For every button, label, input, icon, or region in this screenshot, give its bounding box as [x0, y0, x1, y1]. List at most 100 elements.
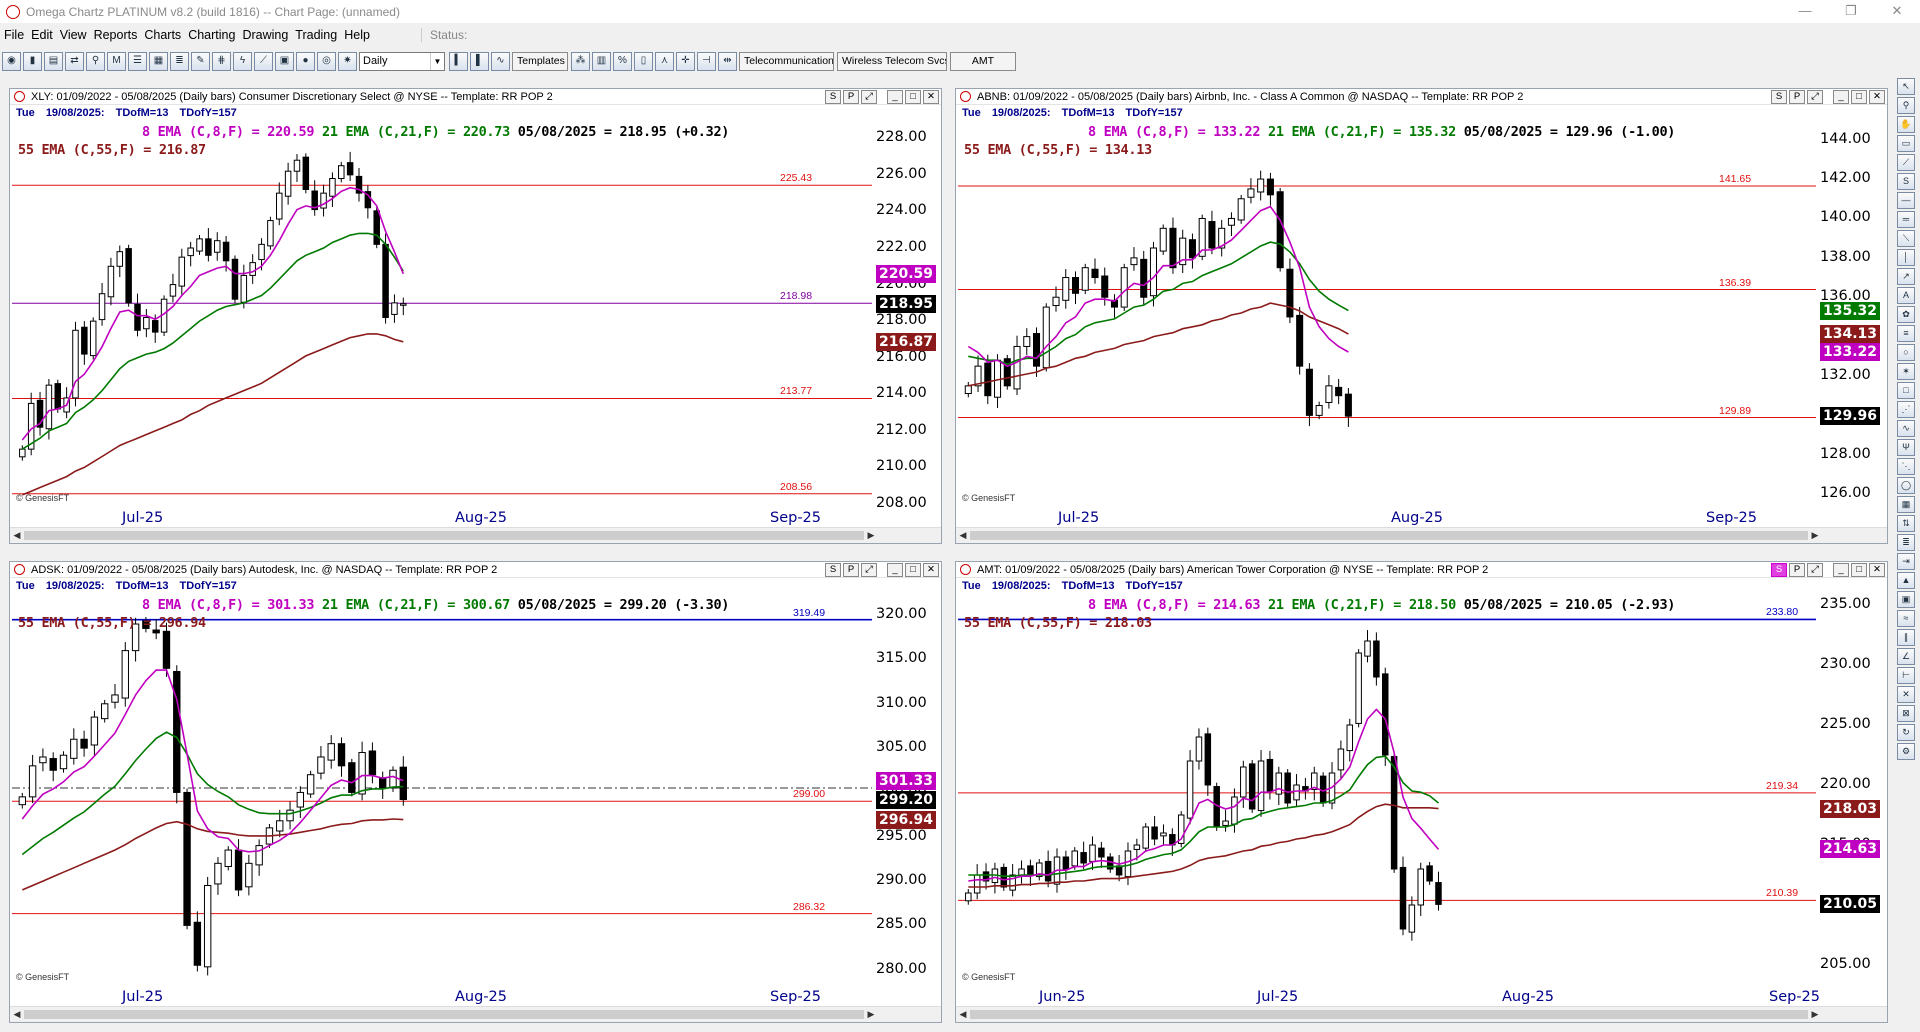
candle-body[interactable]: [358, 752, 366, 795]
p-button[interactable]: P: [843, 563, 859, 577]
candle-body[interactable]: [1248, 763, 1256, 810]
candle-body[interactable]: [293, 159, 301, 172]
candle-body[interactable]: [1130, 257, 1138, 266]
candle-body[interactable]: [1346, 724, 1354, 752]
split-icon[interactable]: ⊣: [697, 51, 716, 71]
scroll-thumb[interactable]: [24, 531, 864, 540]
price-plot[interactable]: [958, 120, 1816, 504]
popout-icon[interactable]: ⤢: [861, 563, 877, 577]
candle-body[interactable]: [1042, 306, 1050, 369]
settings-icon[interactable]: ⚙: [1897, 743, 1915, 760]
maximize-panel-button[interactable]: □: [905, 563, 921, 577]
candle-body[interactable]: [1325, 385, 1333, 403]
bar-chart-icon[interactable]: ▍: [449, 51, 468, 71]
circle-icon[interactable]: ○: [1897, 344, 1915, 361]
candle-body[interactable]: [107, 265, 115, 298]
price-plot[interactable]: [12, 593, 872, 983]
candle-body[interactable]: [1062, 277, 1070, 301]
popout-icon[interactable]: ⤢: [1807, 90, 1823, 104]
candle-body[interactable]: [1293, 784, 1300, 801]
chart-panel-adsk[interactable]: ADSK: 01/09/2022 - 05/08/2025 (Daily bar…: [9, 561, 942, 1023]
candle-body[interactable]: [249, 262, 256, 276]
candle-body[interactable]: [1237, 198, 1245, 221]
candle-body[interactable]: [1160, 832, 1167, 837]
restore-button[interactable]: ❐: [1828, 0, 1874, 23]
scroll-right-icon[interactable]: ▶: [1810, 1009, 1820, 1019]
arrow-icon[interactable]: ↗: [1897, 268, 1915, 285]
candle-body[interactable]: [45, 384, 53, 430]
scroll-thumb[interactable]: [970, 1010, 1808, 1019]
hline-icon[interactable]: —: [1897, 192, 1915, 209]
candle-body[interactable]: [1195, 736, 1203, 762]
extend-icon[interactable]: ⇥: [1897, 553, 1915, 570]
candle-body[interactable]: [255, 845, 263, 866]
candle-body[interactable]: [1231, 796, 1238, 825]
cycle-icon[interactable]: ∿: [1897, 420, 1915, 437]
minimize-panel-button[interactable]: _: [887, 90, 903, 104]
candle-body[interactable]: [1124, 850, 1132, 878]
maximize-panel-button[interactable]: □: [905, 90, 921, 104]
grid-lines-icon[interactable]: ▦: [1897, 496, 1915, 513]
candle-body[interactable]: [965, 892, 972, 902]
ruler-icon[interactable]: ⊢: [1897, 667, 1915, 684]
candle-body[interactable]: [1240, 766, 1247, 798]
candle-body[interactable]: [337, 743, 346, 767]
candle-body[interactable]: [1408, 904, 1416, 933]
price-plot[interactable]: [958, 593, 1816, 983]
templates-button[interactable]: Templates: [512, 51, 568, 71]
candle-body[interactable]: [240, 274, 248, 303]
p-button[interactable]: P: [1789, 563, 1805, 577]
menu-trading[interactable]: Trading: [295, 28, 337, 42]
zoom-icon[interactable]: ⚲: [1897, 97, 1915, 114]
columns-icon[interactable]: ▯: [634, 51, 653, 71]
parallel-icon[interactable]: ∥: [1897, 629, 1915, 646]
candle-body[interactable]: [284, 170, 292, 197]
menu-help[interactable]: Help: [344, 28, 370, 42]
candle-body[interactable]: [245, 862, 253, 888]
crosshair-icon[interactable]: ✛: [676, 51, 695, 71]
candle-body[interactable]: [1276, 191, 1284, 269]
close-panel-button[interactable]: ✕: [1869, 563, 1885, 577]
candle-body[interactable]: [193, 921, 202, 966]
wave-icon[interactable]: ≈: [1897, 610, 1915, 627]
line-chart-icon[interactable]: ∿: [491, 51, 510, 71]
price-axis[interactable]: 235.00230.00225.00220.00215.00210.00205.…: [1816, 593, 1882, 983]
list-icon[interactable]: ☰: [128, 51, 147, 71]
candle-body[interactable]: [1335, 386, 1343, 397]
fib-icon[interactable]: ≡: [1897, 325, 1915, 342]
candle-body[interactable]: [1089, 844, 1096, 862]
price-plot[interactable]: [12, 120, 872, 504]
candle-body[interactable]: [178, 256, 186, 287]
chart-panel-abnb[interactable]: ABNB: 01/09/2022 - 05/08/2025 (Daily bar…: [955, 88, 1888, 544]
candle-body[interactable]: [125, 248, 132, 304]
s-button[interactable]: S: [825, 563, 841, 577]
fan-icon[interactable]: ⋰: [1897, 401, 1915, 418]
candle-body[interactable]: [98, 293, 106, 321]
retrace-icon[interactable]: ⇅: [1897, 515, 1915, 532]
candle-body[interactable]: [391, 302, 398, 315]
candle-body[interactable]: [183, 791, 191, 926]
candle-body[interactable]: [19, 448, 26, 458]
scroll-left-icon[interactable]: ◀: [12, 1009, 22, 1019]
candle-chart-icon[interactable]: ▌: [470, 51, 489, 71]
candle-body[interactable]: [1140, 258, 1148, 298]
minimize-panel-button[interactable]: _: [1833, 90, 1849, 104]
candle-body[interactable]: [267, 220, 274, 247]
candle-body[interactable]: [1159, 227, 1167, 252]
text-icon[interactable]: A: [1897, 287, 1915, 304]
candle-body[interactable]: [224, 849, 232, 867]
candle-body[interactable]: [1142, 826, 1149, 849]
candle-body[interactable]: [70, 738, 78, 759]
price-axis[interactable]: 228.00 226.00 224.00 222.00 220.00 218.00 216.…: [872, 120, 937, 511]
candle-body[interactable]: [1435, 882, 1442, 905]
color-icon[interactable]: ✿: [1897, 306, 1915, 323]
popout-icon[interactable]: ⤢: [861, 90, 877, 104]
candle-body[interactable]: [1188, 239, 1196, 259]
menu-charting[interactable]: Charting: [188, 28, 235, 42]
candle-body[interactable]: [1071, 850, 1079, 867]
refresh-icon[interactable]: ↻: [1897, 724, 1915, 741]
m-chart-icon[interactable]: M: [107, 51, 126, 71]
candle-body[interactable]: [346, 162, 354, 176]
chart-panel-xly[interactable]: XLY: 01/09/2022 - 05/08/2025 (Daily bars…: [9, 88, 942, 544]
candle-body[interactable]: [1227, 217, 1235, 226]
